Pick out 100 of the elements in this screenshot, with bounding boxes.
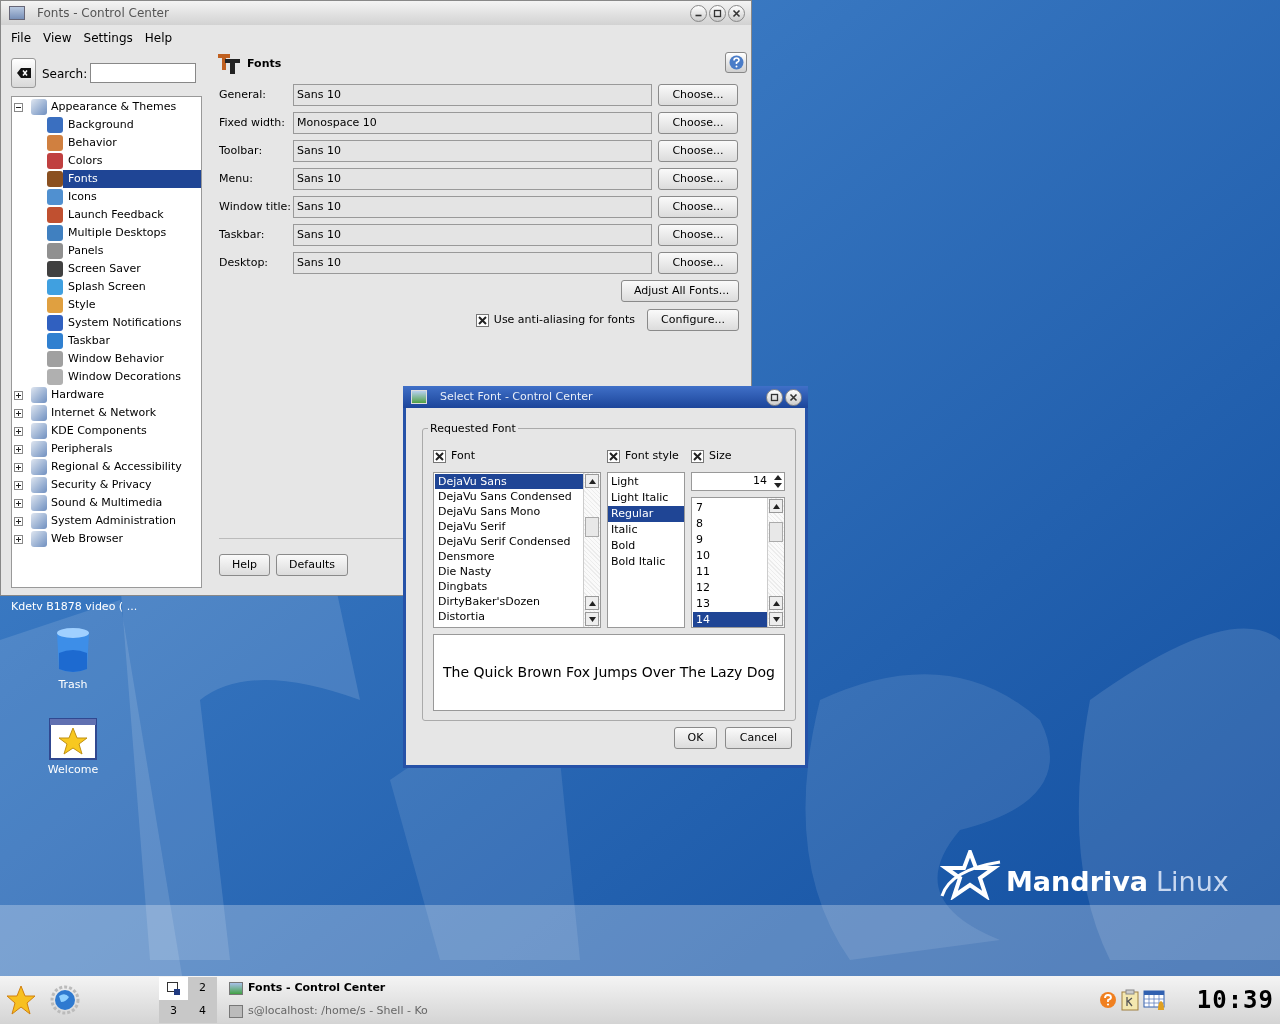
tree-item[interactable]: Window Decorations <box>63 368 201 386</box>
tree-item[interactable]: Sound & Multimedia <box>50 494 164 512</box>
tree-item[interactable]: Screen Saver <box>63 260 201 278</box>
list-item[interactable]: 13 <box>693 596 767 612</box>
maximize-button[interactable] <box>766 388 783 406</box>
list-item[interactable]: Regular <box>608 506 684 522</box>
help-icon[interactable] <box>1098 991 1117 1009</box>
menu-item[interactable]: Help <box>138 28 179 48</box>
scrollbar[interactable] <box>767 498 784 627</box>
tree-item[interactable]: KDE Components <box>50 422 148 440</box>
list-item[interactable]: Die Nasty <box>435 564 583 579</box>
tree-item[interactable]: Behavior <box>63 134 201 152</box>
choose-button[interactable]: Choose... <box>658 140 738 162</box>
checkbox[interactable] <box>607 449 620 463</box>
expand-icon[interactable] <box>14 480 23 490</box>
spin-arrows-icon[interactable] <box>772 473 784 490</box>
tree-item[interactable]: Internet & Network <box>50 404 158 422</box>
maximize-button[interactable] <box>709 4 726 22</box>
list-item[interactable]: 8 <box>693 516 767 532</box>
tree-item[interactable]: Background <box>63 116 201 134</box>
up-arrow-icon[interactable] <box>772 503 780 509</box>
desktop-pager-cell[interactable] <box>159 977 188 1000</box>
tree-item[interactable]: Icons <box>63 188 201 206</box>
tree-item[interactable]: Launch Feedback <box>63 206 201 224</box>
globe-icon[interactable] <box>49 984 81 1016</box>
tree-item[interactable]: Panels <box>63 242 201 260</box>
list-item[interactable]: Distortia <box>435 609 583 624</box>
tree-item[interactable]: Window Behavior <box>63 350 201 368</box>
choose-button[interactable]: Choose... <box>658 112 738 134</box>
list-item[interactable]: 11 <box>693 564 767 580</box>
expand-icon[interactable] <box>14 516 23 526</box>
list-item[interactable]: Densmore <box>435 549 583 564</box>
down-arrow-icon[interactable] <box>588 616 596 622</box>
list-item[interactable]: 9 <box>693 532 767 548</box>
list-item[interactable]: 10 <box>693 548 767 564</box>
collapse-icon[interactable] <box>14 102 23 112</box>
configure-button[interactable]: Configure... <box>647 309 739 331</box>
expand-icon[interactable] <box>14 534 23 544</box>
list-item[interactable]: 12 <box>693 580 767 596</box>
choose-button[interactable]: Choose... <box>658 224 738 246</box>
tree-item[interactable]: Colors <box>63 152 201 170</box>
up-arrow-icon[interactable] <box>588 478 596 484</box>
menu-item[interactable]: Settings <box>77 28 139 48</box>
list-item[interactable]: DejaVu Serif Condensed <box>435 534 583 549</box>
tree-item[interactable]: Appearance & Themes <box>50 98 178 116</box>
desktop-pager-cell[interactable]: 3 <box>159 1000 188 1023</box>
tree-item[interactable]: Peripherals <box>50 440 114 458</box>
expand-icon[interactable] <box>14 498 23 508</box>
clipboard-icon[interactable] <box>1120 989 1139 1011</box>
tree-item[interactable]: System Notifications <box>63 314 201 332</box>
list-item[interactable]: 7 <box>693 500 767 516</box>
tree-item[interactable]: Hardware <box>50 386 106 404</box>
ok-button[interactable]: OK <box>674 727 717 749</box>
tree-item[interactable]: Web Browser <box>50 530 125 548</box>
list-item[interactable]: Italic <box>608 522 684 538</box>
choose-button[interactable]: Choose... <box>658 84 738 106</box>
list-item[interactable]: 14 <box>693 612 767 627</box>
list-item[interactable]: DejaVu Sans Mono <box>435 504 583 519</box>
list-item[interactable]: Bold Italic <box>608 554 684 570</box>
footer-button[interactable]: Defaults <box>276 554 348 576</box>
list-item[interactable]: DejaVu Sans Condensed <box>435 489 583 504</box>
checkbox[interactable] <box>433 449 446 463</box>
calendar-icon[interactable] <box>1142 989 1167 1011</box>
expand-icon[interactable] <box>14 426 23 436</box>
scroll-thumb[interactable] <box>585 517 599 537</box>
up-arrow-icon[interactable] <box>588 600 596 606</box>
menu-item[interactable]: File <box>5 28 38 48</box>
desktop-icon[interactable]: Trash <box>33 627 113 694</box>
tree-item[interactable]: Multiple Desktops <box>63 224 201 242</box>
up-arrow-icon[interactable] <box>772 600 780 606</box>
tree-item[interactable]: System Administration <box>50 512 177 530</box>
tree-item[interactable]: Style <box>63 296 201 314</box>
tree-item[interactable]: Fonts <box>63 170 201 188</box>
tree-item[interactable]: Splash Screen <box>63 278 201 296</box>
footer-button[interactable]: Help <box>219 554 271 576</box>
expand-icon[interactable] <box>14 408 23 418</box>
choose-button[interactable]: Choose... <box>658 252 738 274</box>
task-button[interactable]: s@localhost: /home/s - Shell - Ko <box>229 1000 429 1023</box>
down-arrow-icon[interactable] <box>772 616 780 622</box>
list-item[interactable]: Light Italic <box>608 490 684 506</box>
desktop-pager-cell[interactable]: 4 <box>188 1000 217 1023</box>
task-button[interactable]: Fonts - Control Center <box>229 977 429 1000</box>
list-item[interactable]: DejaVu Serif <box>435 519 583 534</box>
adjust-button[interactable]: Adjust All Fonts... <box>621 280 739 302</box>
list-item[interactable]: DirtyBaker'sDozen <box>435 594 583 609</box>
choose-button[interactable]: Choose... <box>658 196 738 218</box>
list-item[interactable]: Dingbats <box>435 579 583 594</box>
checkbox[interactable] <box>691 449 704 463</box>
cancel-button[interactable]: Cancel <box>725 727 792 749</box>
close-button[interactable] <box>785 388 802 406</box>
search-field[interactable] <box>90 63 196 83</box>
checkbox[interactable] <box>475 313 489 327</box>
list-item[interactable]: Light <box>608 474 684 490</box>
scrollbar[interactable] <box>583 473 600 627</box>
expand-icon[interactable] <box>14 390 23 400</box>
choose-button[interactable]: Choose... <box>658 168 738 190</box>
clear-button[interactable] <box>11 58 36 88</box>
expand-icon[interactable] <box>14 462 23 472</box>
desktop-icon[interactable]: Welcome <box>33 718 113 779</box>
list-item[interactable]: DejaVu Sans <box>435 474 583 489</box>
